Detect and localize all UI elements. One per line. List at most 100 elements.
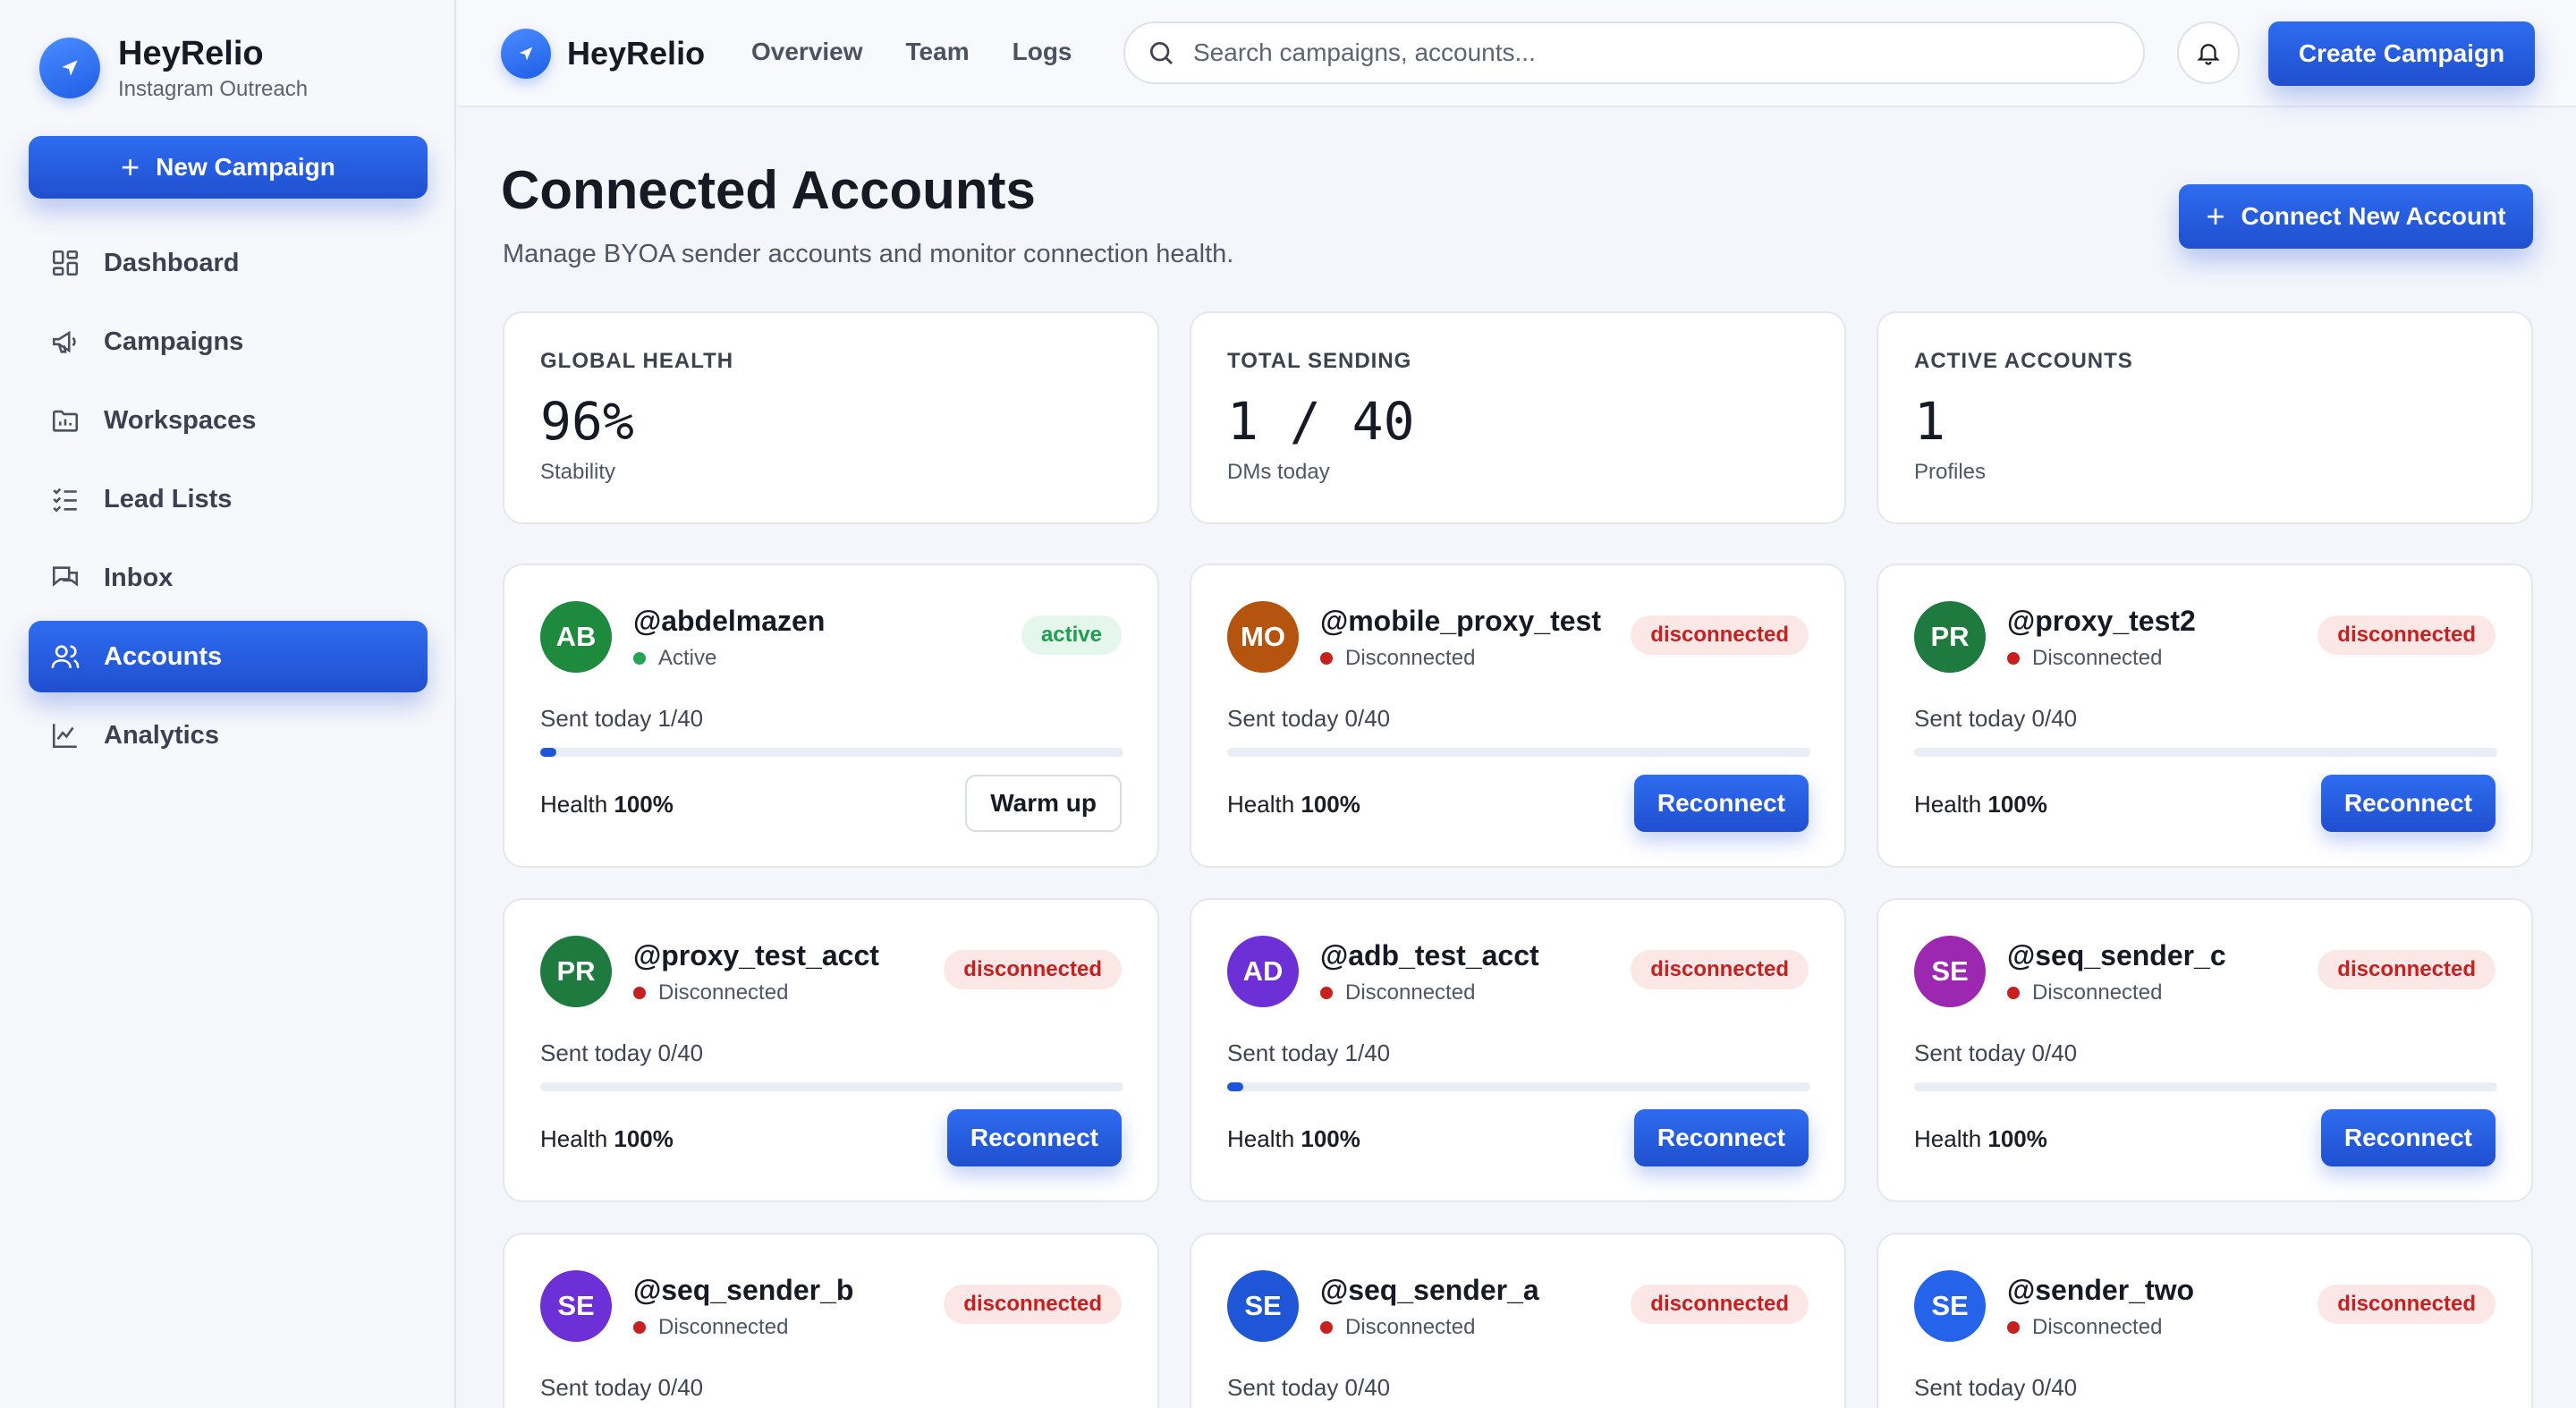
sidebar-item-label: Dashboard (104, 248, 240, 277)
status-badge: disconnected (2318, 615, 2496, 655)
plus-icon: + (2206, 198, 2225, 234)
account-handle[interactable]: @seq_sender_c (2007, 939, 2226, 972)
reconnect-button[interactable]: Reconnect (1633, 775, 1809, 832)
brand-subtitle: Instagram Outreach (118, 77, 309, 101)
health-value: 100% (1301, 1125, 1360, 1152)
sidebar-item-workspaces[interactable]: Workspaces (29, 385, 428, 456)
status-badge: disconnected (944, 1285, 1122, 1324)
status-text: Disconnected (2032, 1315, 2163, 1339)
sidebar-item-accounts[interactable]: Accounts (29, 621, 428, 692)
stat-card-total-sending: TOTAL SENDING 1 / 40 DMs today (1190, 311, 1846, 524)
reconnect-button[interactable]: Reconnect (946, 1109, 1122, 1166)
top-nav-logs[interactable]: Logs (1013, 38, 1072, 66)
status-text: Disconnected (2032, 646, 2163, 670)
list-check-icon (53, 488, 77, 513)
top-nav-team[interactable]: Team (906, 38, 970, 66)
status-line: Active (633, 646, 716, 671)
dashboard-icon (52, 250, 79, 276)
sidebar-item-label: Inbox (104, 563, 174, 592)
reconnect-button[interactable]: Reconnect (1633, 1109, 1809, 1166)
folder-icon (52, 410, 79, 432)
avatar: AB (540, 601, 612, 673)
status-line: Disconnected (2007, 646, 2162, 671)
account-handle[interactable]: @seq_sender_b (633, 1274, 853, 1307)
account-handle[interactable]: @adb_test_acct (1320, 939, 1539, 972)
status-dot (633, 652, 646, 665)
sidebar-item-inbox[interactable]: Inbox (29, 542, 428, 614)
reconnect-button[interactable]: Reconnect (2320, 775, 2496, 832)
sidebar-item-dashboard[interactable]: Dashboard (29, 227, 428, 299)
status-badge: disconnected (2318, 1285, 2496, 1324)
health-label: Health 100% (540, 1125, 674, 1153)
new-campaign-button[interactable]: + New Campaign (29, 136, 428, 199)
create-campaign-button[interactable]: Create Campaign (2268, 21, 2535, 86)
health-label: Health 100% (1914, 1125, 2047, 1153)
top-bar: HeyRelio Overview Team Logs Create Campa… (458, 0, 2576, 107)
page-title: Connected Accounts (501, 160, 1036, 220)
status-text: Active (658, 646, 717, 670)
stat-value: 1 / 40 (1227, 391, 1415, 452)
status-text: Disconnected (1345, 646, 1476, 670)
top-nav: Overview Team Logs (751, 38, 1115, 66)
sent-today: Sent today 0/40 (1914, 705, 2078, 732)
plus-icon: + (121, 148, 140, 185)
sending-progress-bar (1914, 1082, 2497, 1091)
sidebar-item-analytics[interactable]: Analytics (29, 700, 428, 771)
sidebar-item-lead-lists[interactable]: Lead Lists (29, 463, 428, 535)
sent-today: Sent today 1/40 (1227, 1039, 1391, 1066)
account-handle[interactable]: @seq_sender_a (1320, 1274, 1539, 1307)
search-bar[interactable] (1123, 21, 2145, 84)
health-text: Health (1227, 1125, 1295, 1152)
warm-up-button[interactable]: Warm up (965, 775, 1122, 832)
top-nav-overview[interactable]: Overview (751, 38, 863, 66)
avatar: PR (1914, 601, 1986, 673)
connect-new-account-button[interactable]: + Connect New Account (2179, 184, 2533, 249)
status-line: Disconnected (2007, 1315, 2162, 1340)
page-subtitle: Manage BYOA sender accounts and monitor … (503, 240, 1234, 268)
status-badge: disconnected (1631, 950, 1809, 989)
megaphone-icon (52, 330, 76, 353)
health-text: Health (540, 1125, 608, 1152)
account-handle[interactable]: @mobile_proxy_test (1320, 605, 1601, 638)
account-handle[interactable]: @sender_two (2007, 1274, 2194, 1307)
sidebar-item-label: Accounts (104, 641, 223, 671)
status-line: Disconnected (2007, 980, 2162, 1005)
reconnect-button[interactable]: Reconnect (2320, 1109, 2496, 1166)
health-label: Health 100% (1227, 1125, 1360, 1153)
stat-label: ACTIVE ACCOUNTS (1914, 349, 2133, 373)
health-label: Health 100% (1914, 791, 2047, 819)
avatar: PR (540, 936, 612, 1007)
health-value: 100% (1987, 1125, 2047, 1152)
sidebar-brand[interactable]: HeyRelio Instagram Outreach (39, 34, 308, 102)
sidebar-item-campaigns[interactable]: Campaigns (29, 306, 428, 377)
stat-hint: Stability (540, 460, 616, 484)
status-badge: active (1021, 615, 1122, 655)
avatar: AD (1227, 936, 1299, 1007)
sidebar-item-label: Lead Lists (104, 484, 233, 513)
search-input[interactable] (1193, 38, 2088, 67)
health-label: Health 100% (1227, 791, 1360, 819)
notifications-button[interactable] (2177, 21, 2240, 84)
health-value: 100% (614, 791, 674, 818)
health-value: 100% (614, 1125, 674, 1152)
top-brand[interactable]: HeyRelio (501, 29, 705, 79)
account-handle[interactable]: @proxy_test2 (2007, 605, 2196, 638)
stat-label: TOTAL SENDING (1227, 349, 1412, 373)
new-campaign-label: New Campaign (156, 153, 335, 181)
sent-today: Sent today 0/40 (1227, 705, 1391, 732)
stat-label: GLOBAL HEALTH (540, 349, 734, 373)
status-dot (633, 987, 646, 999)
account-handle[interactable]: @abdelmazen (633, 605, 825, 638)
status-badge: disconnected (1631, 1285, 1809, 1324)
stat-hint: DMs today (1227, 460, 1330, 484)
status-text: Disconnected (658, 980, 789, 1005)
avatar: SE (1914, 1270, 1986, 1342)
status-text: Disconnected (1345, 980, 1476, 1005)
account-card: AD @adb_test_acct Disconnected disconnec… (1190, 898, 1846, 1202)
status-line: Disconnected (633, 980, 788, 1005)
status-dot (2007, 987, 2020, 999)
status-line: Disconnected (1320, 1315, 1475, 1340)
health-text: Health (1914, 1125, 1982, 1152)
brand-name: HeyRelio (118, 35, 264, 72)
account-handle[interactable]: @proxy_test_acct (633, 939, 879, 972)
